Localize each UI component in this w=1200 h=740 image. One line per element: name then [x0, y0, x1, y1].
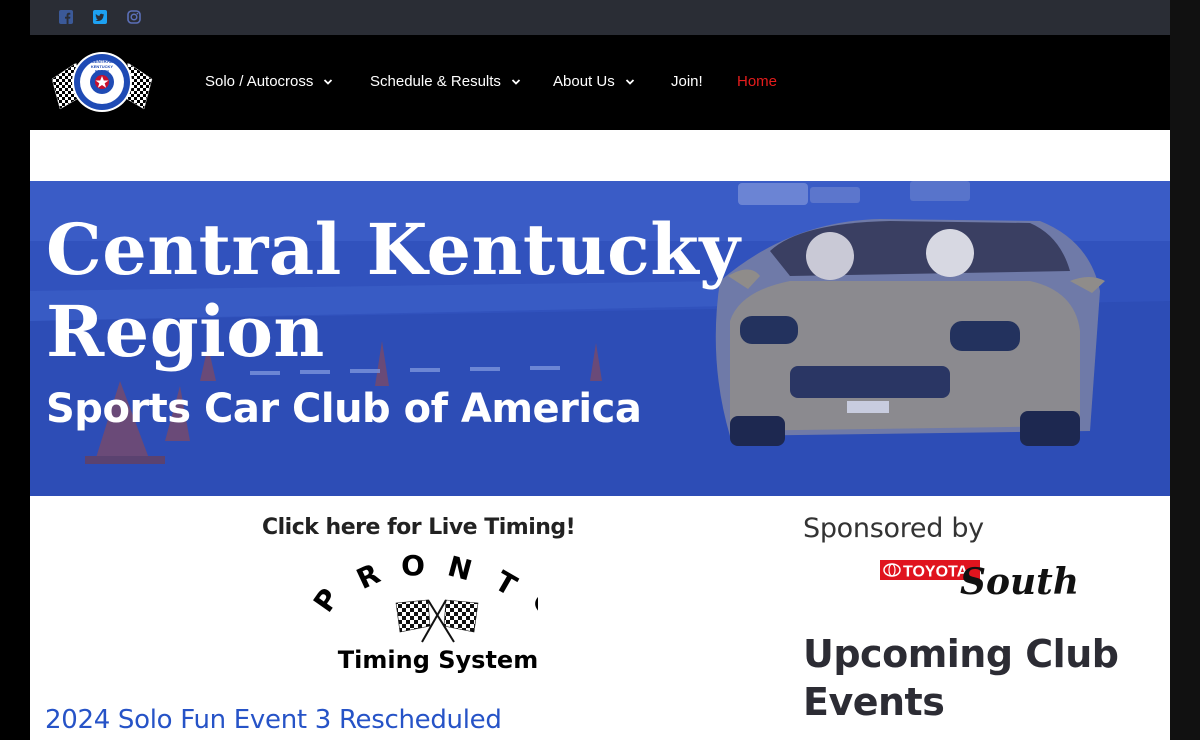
- page-margin-right: [1170, 0, 1200, 740]
- nav-label: Join!: [671, 73, 703, 90]
- nav-solo-autocross[interactable]: Solo / Autocross: [205, 73, 333, 90]
- scca-logo[interactable]: CENTRAL KENTUCKY REGION: [50, 49, 154, 115]
- hero-title: Central Kentucky Region: [46, 209, 740, 373]
- sponsor-brand-text: TOYOTA: [903, 564, 969, 581]
- twitter-icon[interactable]: [93, 10, 107, 24]
- pronto-caption: Timing System: [338, 646, 538, 674]
- nav-label: About Us: [553, 73, 615, 90]
- svg-text:KENTUCKY: KENTUCKY: [91, 64, 114, 69]
- hero-title-line-1: Central Kentucky: [46, 208, 741, 291]
- svg-text:REGION: REGION: [95, 70, 109, 74]
- toyota-south-logo[interactable]: TOYOTA South: [880, 556, 1080, 603]
- hero-banner: Central Kentucky Region Sports Car Club …: [30, 181, 1170, 496]
- main-navbar: CENTRAL KENTUCKY REGION Solo / Autocross…: [30, 35, 1170, 130]
- chevron-down-icon: [511, 78, 521, 85]
- pronto-letter-r: R: [351, 557, 384, 596]
- social-bar: [30, 0, 1170, 35]
- pronto-letter-o2: O: [525, 585, 538, 624]
- upcoming-events-heading: Upcoming Club Events: [803, 632, 1119, 724]
- pronto-letter-o: O: [401, 549, 425, 582]
- post-title-link[interactable]: 2024 Solo Fun Event 3 Rescheduled: [45, 705, 502, 735]
- nav-label: Solo / Autocross: [205, 73, 314, 90]
- live-timing-link[interactable]: Click here for Live Timing!: [262, 515, 576, 540]
- nav-about-us[interactable]: About Us: [553, 73, 635, 90]
- instagram-icon[interactable]: [127, 10, 141, 24]
- pronto-timing-logo[interactable]: P R O N T O Timing System: [278, 548, 566, 678]
- nav-home[interactable]: Home: [737, 73, 777, 90]
- nav-label: Home: [737, 73, 778, 90]
- chevron-down-icon: [625, 78, 634, 85]
- page-margin-left: [0, 0, 30, 740]
- pronto-letter-p: P: [307, 582, 346, 618]
- sponsor-script-text: South: [960, 561, 1079, 602]
- pronto-letter-t: T: [489, 564, 522, 602]
- facebook-icon[interactable]: [59, 10, 73, 24]
- nav-join[interactable]: Join!: [671, 73, 703, 90]
- hero-title-line-2: Region: [46, 290, 325, 373]
- page: CENTRAL KENTUCKY REGION Solo / Autocross…: [30, 0, 1170, 740]
- nav-label: Schedule & Results: [370, 73, 501, 90]
- hero-subtitle: Sports Car Club of America: [46, 386, 642, 432]
- nav-schedule-results[interactable]: Schedule & Results: [370, 73, 521, 90]
- pronto-letter-n: N: [444, 550, 475, 588]
- sponsored-by-label: Sponsored by: [803, 513, 984, 544]
- chevron-down-icon: [324, 78, 333, 85]
